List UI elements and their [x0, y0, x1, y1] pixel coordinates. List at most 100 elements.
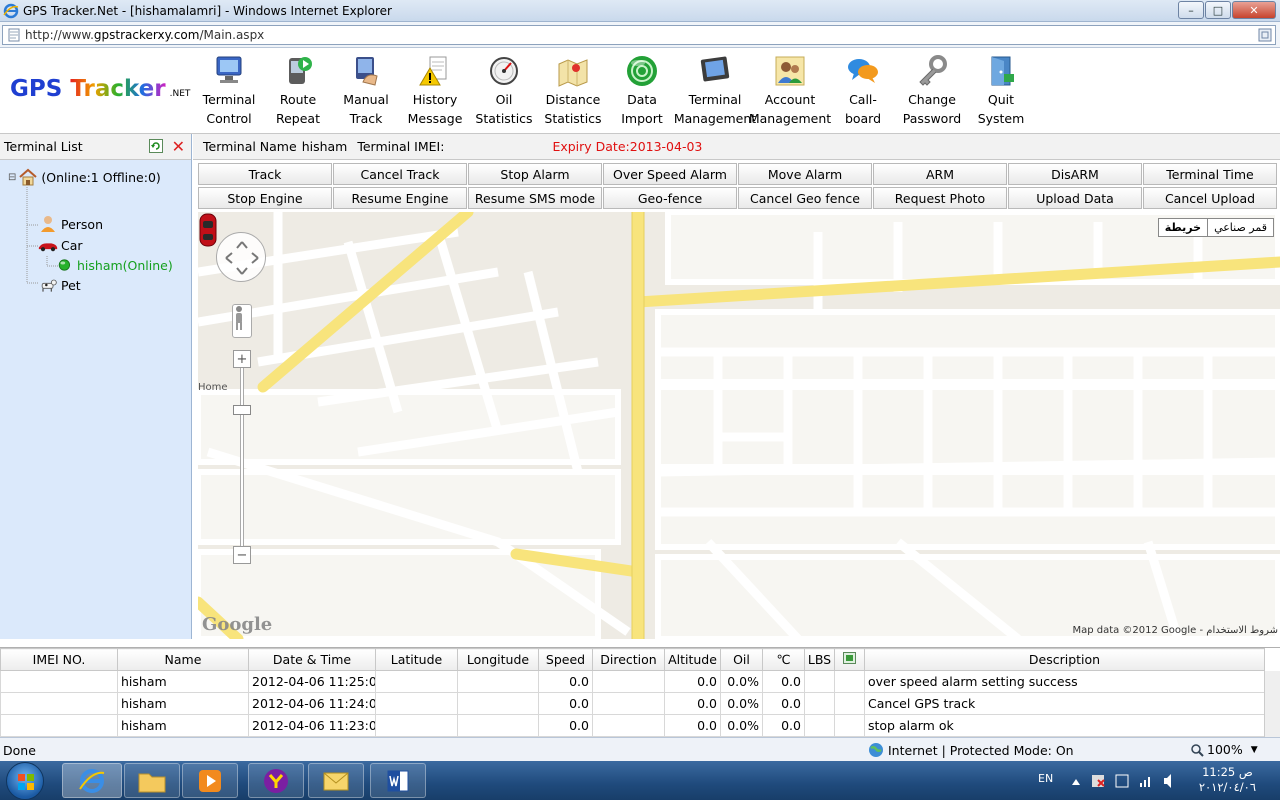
zoom-slider-track[interactable] [240, 368, 244, 546]
tray-clock[interactable]: 11:25 ص ٢٠١٢/٠٤/٠٦ [1199, 765, 1256, 795]
minimize-button[interactable]: – [1178, 1, 1204, 19]
terminal-management-button[interactable]: Terminal Management [674, 54, 756, 130]
taskbar-yahoo-messenger[interactable] [248, 763, 304, 798]
cell-oil: 0.0% [720, 714, 763, 737]
home-label: Home [198, 382, 228, 393]
cell-name: hisham [117, 670, 249, 693]
cell-imei [0, 714, 118, 737]
cell-longitude [457, 670, 539, 693]
cell-direction [592, 714, 665, 737]
col-description[interactable]: Description [864, 648, 1265, 671]
quit-system-button[interactable]: Quit System [976, 54, 1026, 130]
change-password-button[interactable]: Change Password [902, 54, 962, 130]
cell-photo [834, 714, 865, 737]
col-speed[interactable]: Speed [538, 648, 593, 671]
table-row[interactable]: hisham 2012-04-06 11:25:00 0.0 0.0 0.0% … [0, 670, 1265, 693]
route-repeat-button[interactable]: Route Repeat [275, 54, 321, 130]
taskbar-ie[interactable] [62, 763, 122, 798]
cell-altitude: 0.0 [664, 670, 721, 693]
col-photo[interactable] [834, 648, 865, 671]
pan-control[interactable] [216, 232, 266, 282]
resume-sms-mode-button[interactable]: Resume SMS mode [468, 187, 602, 209]
globe-icon [869, 743, 883, 757]
car-marker-icon[interactable] [198, 212, 218, 248]
col-altitude[interactable]: Altitude [664, 648, 721, 671]
zoom-out-button[interactable]: − [233, 546, 251, 564]
cell-photo [834, 692, 865, 715]
map-type-satellite[interactable]: قمر صناعي [1208, 219, 1273, 236]
compatibility-view-icon[interactable] [1257, 27, 1273, 43]
maximize-button[interactable]: □ [1205, 1, 1231, 19]
terminal-info-bar: Terminal Name hisham Terminal IMEI: Expi… [193, 134, 1280, 160]
zoom-slider-thumb[interactable] [233, 405, 251, 415]
data-import-button[interactable]: Data Import [607, 54, 677, 130]
refresh-icon[interactable] [149, 139, 163, 153]
chevron-down-icon[interactable]: ▼ [1251, 745, 1258, 755]
cell-datetime: 2012-04-06 11:25:00 [248, 670, 376, 693]
col-lbs[interactable]: LBS [804, 648, 835, 671]
col-temperature[interactable]: ℃ [762, 648, 805, 671]
upload-data-button[interactable]: Upload Data [1008, 187, 1142, 209]
terminal-time-button[interactable]: Terminal Time [1143, 163, 1277, 185]
col-imei[interactable]: IMEI NO. [0, 648, 118, 671]
stop-alarm-button[interactable]: Stop Alarm [468, 163, 602, 185]
track-button[interactable]: Track [198, 163, 332, 185]
cell-speed: 0.0 [538, 692, 593, 715]
taskbar-media-player[interactable] [182, 763, 238, 798]
cell-description: stop alarm ok [864, 714, 1265, 737]
taskbar-outlook[interactable] [308, 763, 364, 798]
cancel-geo-fence-button[interactable]: Cancel Geo fence [738, 187, 872, 209]
map-view[interactable]: خريطة قمر صناعي + − Home Google Map data… [198, 212, 1280, 639]
distance-statistics-button[interactable]: Distance Statistics [544, 54, 602, 130]
cancel-upload-button[interactable]: Cancel Upload [1143, 187, 1277, 209]
street-view-pegman-icon[interactable] [232, 304, 252, 338]
move-alarm-button[interactable]: Move Alarm [738, 163, 872, 185]
history-message-button[interactable]: History Message [408, 54, 462, 130]
table-row[interactable]: hisham 2012-04-06 11:24:00 0.0 0.0 0.0% … [0, 692, 1265, 715]
over-speed-alarm-button[interactable]: Over Speed Alarm [603, 163, 737, 185]
terminal-control-button[interactable]: Terminal Control [202, 54, 256, 130]
zoom-in-button[interactable]: + [233, 350, 251, 368]
table-scrollbar[interactable] [1264, 671, 1280, 738]
col-oil[interactable]: Oil [720, 648, 763, 671]
mail-icon [323, 772, 349, 790]
resume-engine-button[interactable]: Resume Engine [333, 187, 467, 209]
call-board-button[interactable]: Call-board [832, 54, 894, 130]
tray-icons[interactable] [1070, 761, 1180, 800]
geo-fence-button[interactable]: Geo-fence [603, 187, 737, 209]
url-field[interactable]: http://www.gpstrackerxy.com/Main.aspx [2, 25, 1276, 45]
start-button[interactable] [6, 762, 44, 800]
terminal-list-panel: Terminal List ✕ ⊟ (Online:1 Offline:0) P… [0, 134, 192, 639]
monitor-icon [216, 56, 242, 83]
request-photo-button[interactable]: Request Photo [873, 187, 1007, 209]
col-name[interactable]: Name [117, 648, 249, 671]
taskbar-explorer[interactable] [124, 763, 180, 798]
table-row[interactable]: hisham 2012-04-06 11:23:00 0.0 0.0 0.0% … [0, 714, 1265, 737]
close-window-button[interactable]: ✕ [1232, 1, 1276, 19]
taskbar-word[interactable] [370, 763, 426, 798]
account-management-button[interactable]: Account Management [749, 54, 831, 130]
close-panel-icon[interactable]: ✕ [172, 137, 185, 156]
arm-button[interactable]: ARM [873, 163, 1007, 185]
cancel-track-button[interactable]: Cancel Track [333, 163, 467, 185]
windows-logo-icon [18, 774, 34, 790]
cell-altitude: 0.0 [664, 692, 721, 715]
tree-device-hisham[interactable]: hisham(Online) [58, 256, 173, 274]
expiry-date: Expiry Date:2013-04-03 [552, 139, 703, 154]
zoom-level[interactable]: 100% ▼ [1190, 742, 1258, 757]
oil-statistics-button[interactable]: Oil Statistics [475, 54, 533, 130]
manual-track-button[interactable]: Manual Track [343, 54, 389, 130]
stop-engine-button[interactable]: Stop Engine [198, 187, 332, 209]
cell-photo [834, 670, 865, 693]
cell-name: hisham [117, 692, 249, 715]
cell-name: hisham [117, 714, 249, 737]
col-datetime[interactable]: Date & Time [248, 648, 376, 671]
col-latitude[interactable]: Latitude [375, 648, 458, 671]
map-type-map[interactable]: خريطة [1159, 219, 1209, 236]
language-indicator[interactable]: EN [1038, 772, 1053, 785]
security-zone[interactable]: Internet | Protected Mode: On [868, 742, 1074, 758]
col-longitude[interactable]: Longitude [457, 648, 539, 671]
disarm-button[interactable]: DisARM [1008, 163, 1142, 185]
green-orb-icon [627, 56, 657, 86]
col-direction[interactable]: Direction [592, 648, 665, 671]
